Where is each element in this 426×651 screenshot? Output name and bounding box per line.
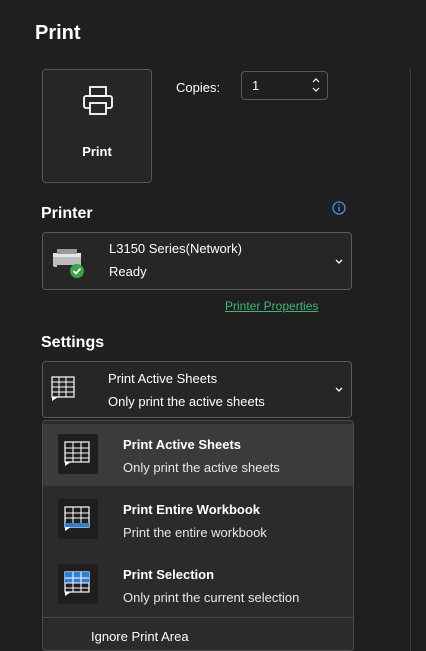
active-sheets-icon [58,434,98,474]
vertical-divider [410,68,411,651]
print-button[interactable]: Print [42,69,152,183]
print-what-menu: Print Active Sheets Only print the activ… [42,420,354,651]
selected-option-desc: Only print the active sheets [108,394,265,409]
page-title: Print [35,22,81,44]
printer-status: Ready [109,264,147,279]
settings-heading: Settings [41,334,105,351]
option-desc: Print the entire workbook [123,525,267,540]
option-title: Print Active Sheets [123,437,242,452]
option-desc: Only print the current selection [123,590,300,605]
printer-properties-link[interactable]: Printer Properties [225,299,318,313]
option-title: Print Selection [123,567,215,582]
selected-option-title: Print Active Sheets [108,371,218,386]
menu-item-print-active-sheets[interactable]: Print Active Sheets Only print the activ… [43,424,353,486]
menu-item-print-entire-workbook[interactable]: Print Entire Workbook Print the entire w… [43,489,353,551]
menu-item-print-selection[interactable]: Print Selection Only print the current s… [43,554,353,616]
option-desc: Only print the active sheets [123,460,280,475]
printer-dropdown[interactable]: L3150 Series(Network) Ready [42,232,352,290]
sheet-grid-icon [51,376,75,401]
ignore-print-area-option[interactable]: Ignore Print Area [91,629,189,644]
printer-icon [83,86,113,115]
copies-value: 1 [252,78,260,93]
printer-name: L3150 Series(Network) [109,241,242,256]
copies-label: Copies: [176,80,221,95]
selection-icon [58,564,98,604]
option-title: Print Entire Workbook [123,502,260,517]
print-panel: Print Print Copies: 1 Printer L3150 Seri… [0,0,426,651]
print-button-label: Print [82,144,112,159]
menu-divider [43,617,353,618]
spin-arrows-icon[interactable] [311,74,321,96]
info-icon[interactable] [332,201,346,215]
chevron-down-icon [335,259,343,264]
chevron-down-icon [335,387,343,392]
entire-workbook-icon [58,499,98,539]
print-what-dropdown[interactable]: Print Active Sheets Only print the activ… [42,361,352,418]
printer-device-icon [53,249,84,278]
printer-heading: Printer [41,205,93,222]
copies-stepper[interactable]: 1 [241,71,328,100]
